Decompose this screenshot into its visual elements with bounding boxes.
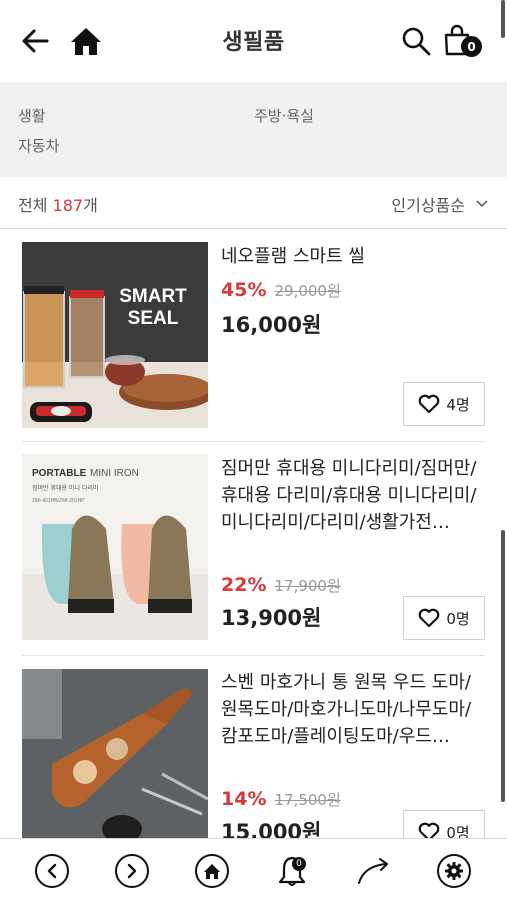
like-count: 4명 — [446, 395, 470, 414]
product-item[interactable]: 스벤 마호가니 통 원목 우드 도마/원목도마/마호가니도마/나무도마/캄포도마… — [0, 656, 507, 838]
price-row: 22% 17,900원 — [221, 574, 341, 596]
product-item[interactable]: PORTABLE MINI IRON 짐머만 휴대용 미니 다리미 ZMI-40… — [0, 442, 507, 656]
share-arrow-icon — [358, 858, 388, 884]
heart-icon — [419, 394, 440, 414]
nav-notifications-button[interactable]: 0 — [273, 852, 311, 890]
cart-button[interactable]: 0 — [441, 24, 485, 58]
sale-price: 13,900원 — [221, 606, 322, 630]
product-name[interactable]: 스벤 마호가니 통 원목 우드 도마/원목도마/마호가니도마/나무도마/캄포도마… — [221, 669, 483, 750]
bottom-nav-bar: 0 — [0, 838, 507, 900]
original-price: 17,900원 — [274, 577, 341, 595]
sort-label: 인기상품순 — [391, 196, 465, 215]
nav-forward-button[interactable] — [113, 852, 151, 890]
cutting-board-image — [22, 669, 208, 838]
list-toolbar: 전체 187개 인기상품순 — [0, 177, 507, 229]
image-caption-line: ZMI-401HB/ZMI-201HP — [32, 498, 85, 504]
product-name[interactable]: 짐머만 휴대용 미니다리미/짐머만/휴대용 다리미/휴대용 미니다리미/미니다리… — [221, 455, 483, 536]
category-car[interactable]: 자동차 — [18, 135, 59, 156]
original-price: 17,500원 — [274, 791, 341, 809]
sale-price: 15,000원 — [221, 820, 322, 838]
chevron-right-icon — [127, 863, 137, 879]
product-name[interactable]: 네오플램 스마트 씰 — [221, 243, 483, 270]
smart-seal-image: SMART SEAL — [22, 242, 208, 428]
like-count: 0명 — [446, 609, 470, 628]
home-icon — [204, 863, 220, 879]
mini-iron-image: PORTABLE MINI IRON 짐머만 휴대용 미니 다리미 ZMI-40… — [22, 454, 208, 640]
image-caption-line: PORTABLE — [32, 468, 87, 479]
nav-settings-button[interactable] — [435, 852, 473, 890]
image-caption-line: SEAL — [128, 308, 179, 329]
top-bar: 생필품 0 — [0, 0, 507, 82]
category-kitchen-bath[interactable]: 주방·욕실 — [254, 105, 314, 126]
product-image[interactable]: SMART SEAL — [22, 242, 208, 428]
notification-count-badge: 0 — [292, 857, 306, 871]
original-price: 29,000원 — [274, 282, 341, 300]
product-image[interactable] — [22, 669, 208, 838]
category-panel: 생활 주방·욕실 자동차 — [0, 82, 507, 177]
image-caption-line: SMART — [119, 286, 187, 307]
nav-back-button[interactable] — [33, 852, 71, 890]
discount-rate: 45% — [221, 279, 267, 301]
gear-icon — [445, 862, 463, 880]
list-scrollbar-thumb[interactable] — [501, 530, 505, 802]
total-suffix: 개 — [83, 196, 98, 215]
nav-settings-circle — [437, 854, 471, 888]
total-count-number: 187 — [52, 196, 84, 215]
nav-home-circle — [195, 854, 229, 888]
sale-price: 16,000원 — [221, 313, 322, 337]
search-icon — [402, 27, 431, 56]
total-prefix: 전체 — [18, 196, 53, 215]
like-button[interactable]: 0명 — [403, 810, 485, 838]
discount-rate: 14% — [221, 788, 267, 810]
price-row: 14% 17,500원 — [221, 788, 341, 810]
like-button[interactable]: 4명 — [403, 382, 485, 426]
image-caption-line: MINI IRON — [90, 468, 139, 479]
image-caption-line: 짐머만 휴대용 미니 다리미 — [32, 484, 98, 492]
heart-icon — [419, 822, 440, 838]
heart-icon — [419, 608, 440, 628]
discount-rate: 22% — [221, 574, 267, 596]
nav-home-button[interactable] — [193, 852, 231, 890]
like-count: 0명 — [446, 823, 470, 839]
cart-count-badge: 0 — [461, 36, 482, 57]
category-living[interactable]: 생활 — [18, 105, 46, 126]
nav-forward-circle — [115, 854, 149, 888]
total-count: 전체 187개 — [18, 192, 98, 216]
header-scrollbar-thumb[interactable] — [501, 0, 505, 38]
nav-share-button[interactable] — [355, 852, 393, 890]
product-item[interactable]: SMART SEAL 네오플램 스마트 씰 45% 29,000원 16,000… — [0, 229, 507, 442]
chevron-down-icon — [476, 200, 488, 208]
product-image[interactable]: PORTABLE MINI IRON 짐머만 휴대용 미니 다리미 ZMI-40… — [22, 454, 208, 640]
nav-back-circle — [35, 854, 69, 888]
search-button[interactable] — [399, 24, 433, 58]
sort-dropdown[interactable]: 인기상품순 — [391, 192, 489, 216]
price-row: 45% 29,000원 — [221, 279, 341, 301]
chevron-left-icon — [47, 863, 57, 879]
like-button[interactable]: 0명 — [403, 596, 485, 640]
